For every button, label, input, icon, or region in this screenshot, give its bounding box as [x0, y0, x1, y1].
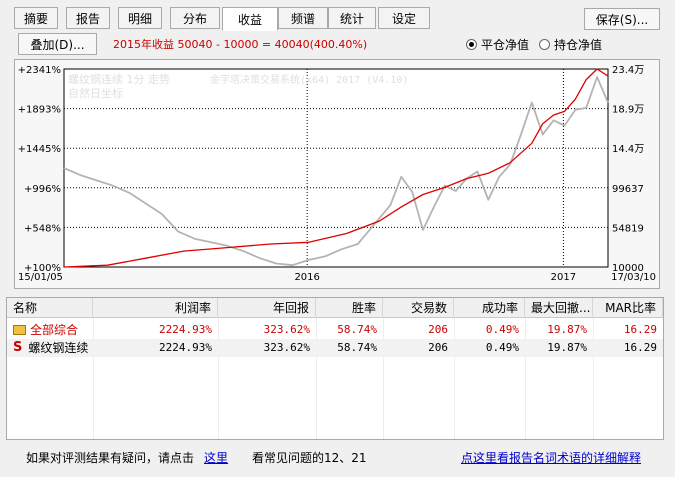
tab-details[interactable]: 明细: [118, 7, 162, 29]
x-tick-label: 17/03/10: [611, 272, 656, 283]
overlay-button[interactable]: 叠加(D)...: [18, 33, 97, 55]
max-drawdown-cell: 19.87%: [547, 323, 587, 336]
y-right-tick-label: 14.4万: [612, 144, 644, 155]
flat-net-value-label[interactable]: 平仓净值: [481, 36, 529, 53]
tab-summary-label: 摘要: [23, 11, 48, 26]
y-left-tick-label: +2341%: [18, 65, 61, 76]
tab-report[interactable]: 报告: [66, 7, 110, 29]
equity-chart: +2341% 23.4万 +1893% 18.9万 +1445% 14.4万 +996% 99…: [14, 59, 660, 289]
x-tick-label: 15/01/05: [18, 272, 63, 283]
table-row[interactable]: 全部综合 2224.93% 323.62% 58.74% 206 0.49% 1…: [7, 321, 663, 339]
chart-watermark: 金字塔决策交易系统(x64) 2017 (V4.10): [210, 73, 408, 86]
tab-spectrum[interactable]: 频谱: [278, 7, 328, 29]
tab-details-label: 明细: [127, 11, 152, 26]
success-rate-cell: 0.49%: [485, 323, 519, 336]
annual-return-cell: 323.62%: [263, 341, 310, 354]
success-rate-cell: 0.49%: [485, 341, 519, 354]
col-mar-ratio[interactable]: MAR比率: [593, 298, 663, 318]
tab-settings-label: 设定: [391, 11, 416, 26]
glossary-link[interactable]: 点这里看报告名词术语的详细解释: [461, 449, 641, 466]
plot-area: [63, 68, 609, 268]
footer-question: 如果对评测结果有疑问，请点击: [26, 451, 195, 465]
tab-report-label: 报告: [75, 11, 100, 26]
y-right-tick-label: 54819: [612, 223, 644, 234]
col-success-rate[interactable]: 成功率: [454, 298, 525, 318]
row-name-cell: 全部综合: [7, 321, 93, 339]
row-name: 全部综合: [30, 323, 79, 337]
y-right-tick-label: 23.4万: [612, 65, 644, 76]
overlay-button-label: 叠加(D)...: [30, 37, 85, 52]
tab-statistics-label: 统计: [339, 11, 364, 26]
row-name-cell: S 螺纹钢连续: [7, 339, 93, 357]
tab-statistics[interactable]: 统计: [328, 7, 376, 29]
tab-distribution-label: 分布: [182, 11, 207, 26]
y-left-tick-label: +1445%: [18, 144, 61, 155]
flat-net-value-radio[interactable]: [466, 39, 477, 50]
save-button-label: 保存(S)...: [595, 12, 649, 27]
tab-distribution[interactable]: 分布: [170, 7, 220, 29]
x-tick-label: 2016: [294, 272, 319, 283]
mar-ratio-cell: 16.29: [623, 341, 657, 354]
col-max-drawdown[interactable]: 最大回撤...: [525, 298, 593, 318]
profit-rate-cell: 2224.93%: [159, 341, 212, 354]
row-name: 螺纹钢连续: [28, 341, 89, 355]
win-rate-cell: 58.74%: [337, 323, 377, 336]
col-annual-return[interactable]: 年回报: [218, 298, 316, 318]
tab-summary[interactable]: 摘要: [14, 7, 58, 29]
annual-return-summary: 2015年收益 50040 - 10000 = 40040(400.40%): [113, 38, 368, 51]
hold-net-value-radio[interactable]: [539, 39, 551, 50]
profit-rate-cell: 2224.93%: [159, 323, 212, 336]
table-row[interactable]: S 螺纹钢连续 2224.93% 323.62% 58.74% 206 0.49%…: [7, 339, 663, 357]
results-table: 名称 利润率 年回报 胜率 交易数 成功率 最大回撤... MAR比率 全部综合…: [6, 297, 664, 440]
hold-net-value-label[interactable]: 持仓净值: [554, 36, 602, 53]
trade-count-cell: 206: [428, 341, 448, 354]
y-right-tick-label: 18.9万: [612, 105, 644, 116]
tab-spectrum-label: 频谱: [290, 11, 315, 26]
mar-ratio-cell: 16.29: [623, 323, 657, 336]
save-button[interactable]: 保存(S)...: [584, 8, 660, 30]
col-name[interactable]: 名称: [7, 298, 93, 318]
x-tick-label: 2017: [551, 272, 576, 283]
y-left-tick-label: +996%: [24, 184, 61, 195]
y-left-tick-label: +1893%: [18, 105, 61, 116]
y-right-tick-label: 99637: [612, 184, 644, 195]
col-win-rate[interactable]: 胜率: [316, 298, 383, 318]
table-header: 名称 利润率 年回报 胜率 交易数 成功率 最大回撤... MAR比率: [7, 298, 663, 318]
legend-axis-label: 自然日坐标: [68, 86, 123, 100]
tab-returns[interactable]: 收益: [222, 7, 278, 31]
max-drawdown-cell: 19.87%: [547, 341, 587, 354]
annual-return-cell: 323.62%: [263, 323, 310, 336]
s-icon: S: [13, 340, 23, 355]
col-profit-rate[interactable]: 利润率: [93, 298, 218, 318]
trade-count-cell: 206: [428, 323, 448, 336]
net-value-mode: 平仓净值 持仓净值: [466, 36, 602, 53]
chart-canvas: +2341% 23.4万 +1893% 18.9万 +1445% 14.4万 +996% 99…: [18, 65, 656, 283]
footer-here-link[interactable]: 这里: [204, 449, 228, 466]
footer-faq: 看常见问题的12、21: [252, 451, 367, 465]
y-left-tick-label: +548%: [24, 223, 61, 234]
tab-returns-label: 收益: [237, 12, 262, 27]
tab-settings[interactable]: 设定: [378, 7, 430, 29]
legend-series-label: 螺纹钢连续 1分 走势: [68, 72, 170, 86]
col-trade-count[interactable]: 交易数: [383, 298, 454, 318]
folder-icon: [13, 325, 26, 335]
win-rate-cell: 58.74%: [337, 341, 377, 354]
